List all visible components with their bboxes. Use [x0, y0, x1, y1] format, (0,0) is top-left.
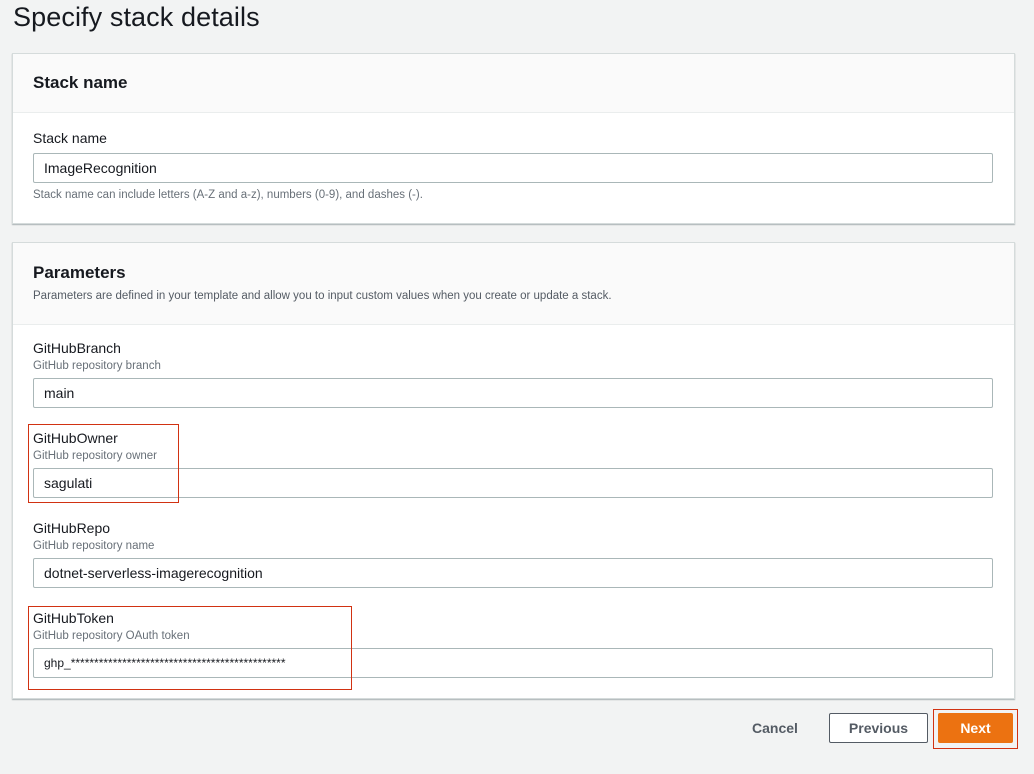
github-branch-input[interactable]: main — [33, 378, 993, 408]
param-description: GitHub repository branch — [33, 360, 161, 372]
parameters-panel-header: Parameters Parameters are defined in you… — [13, 243, 1014, 325]
param-label: GitHubOwner — [33, 430, 118, 446]
param-description: GitHub repository OAuth token — [33, 630, 190, 642]
stack-name-hint: Stack name can include letters (A-Z and … — [33, 189, 423, 201]
github-repo-input[interactable]: dotnet-serverless-imagerecognition — [33, 558, 993, 588]
stack-name-panel: Stack name Stack name ImageRecognition S… — [12, 53, 1015, 224]
parameters-section-title: Parameters — [33, 263, 126, 282]
param-label: GitHubBranch — [33, 340, 121, 356]
parameters-section-description: Parameters are defined in your template … — [33, 290, 612, 302]
param-description: GitHub repository name — [33, 540, 155, 552]
param-label: GitHubRepo — [33, 520, 111, 536]
param-description: GitHub repository owner — [33, 450, 157, 462]
stack-name-panel-header: Stack name — [13, 54, 1014, 113]
next-button[interactable]: Next — [938, 713, 1013, 743]
cancel-button[interactable]: Cancel — [740, 713, 810, 743]
github-owner-input[interactable]: sagulati — [33, 468, 993, 498]
page-title: Specify stack details — [13, 2, 260, 32]
parameters-panel: Parameters Parameters are defined in you… — [12, 242, 1015, 699]
param-label: GitHubToken — [33, 610, 114, 626]
github-token-input[interactable]: ghp_************************************… — [33, 648, 993, 678]
stack-name-section-title: Stack name — [33, 73, 128, 92]
stack-name-input[interactable]: ImageRecognition — [33, 153, 993, 183]
stack-name-label: Stack name — [33, 130, 107, 146]
previous-button[interactable]: Previous — [829, 713, 928, 743]
